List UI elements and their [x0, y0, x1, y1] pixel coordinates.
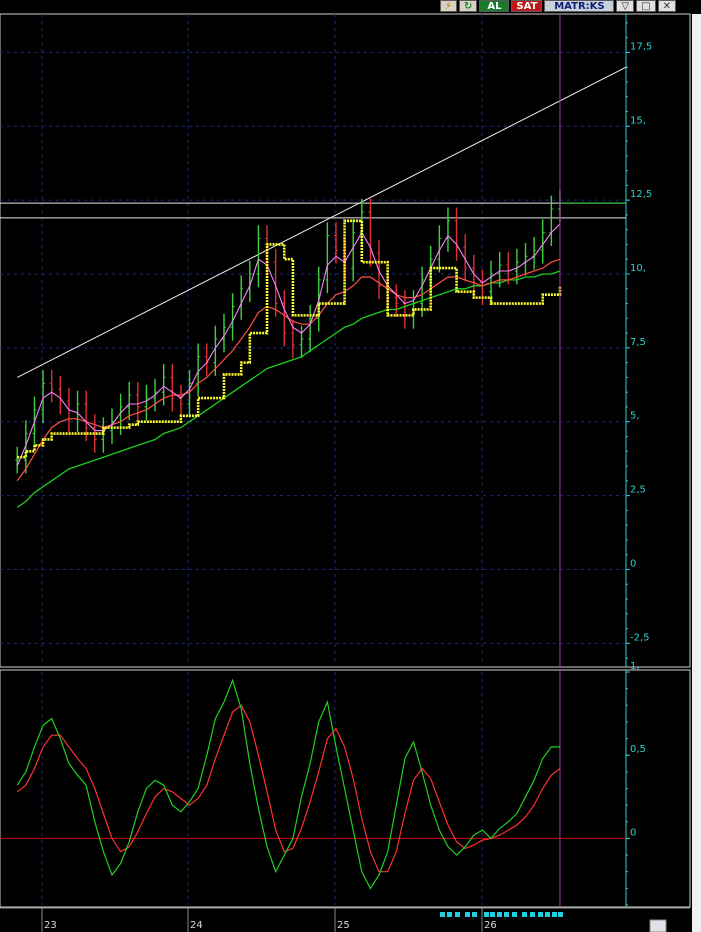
scrollbar-track [692, 14, 701, 932]
price-y-tick-label: 5, [630, 411, 640, 422]
sell-button[interactable]: SAT [511, 0, 543, 12]
price-y-tick-label: -2,5 [630, 632, 650, 643]
restore-icon[interactable]: □ [636, 0, 656, 12]
signal-strip-mark [440, 912, 445, 917]
price-y-tick-label: 7,5 [630, 337, 646, 348]
chart-window: 17,5 15, 12,5 10, 7,5 5, 2,5 0 -2,5 23 24 25 26 1, 0,5… [0, 0, 701, 932]
sma-mid-line [16, 258, 561, 482]
signal-strip-mark [552, 912, 557, 917]
signal-strip-mark [465, 912, 470, 917]
signal-strip-mark [455, 912, 460, 917]
signal-strip-mark [497, 912, 502, 917]
signal-strip-mark [472, 912, 477, 917]
signal-strip-mark [512, 912, 517, 917]
close-icon[interactable]: ✕ [657, 0, 676, 12]
x-tick-label: 23 [44, 920, 57, 931]
price-y-tick-label: 15, [630, 115, 646, 126]
lightning-icon[interactable]: ⚡ [440, 0, 458, 12]
price-y-tick-label: 12,5 [630, 189, 652, 200]
top-toolbar: ⚡ ↻ AL SAT MATR:KS ▽ □ ✕ [440, 0, 676, 13]
oscillator-fast-line [16, 678, 560, 890]
signal-strip-mark [558, 912, 563, 917]
signal-strip-mark [490, 912, 495, 917]
refresh-icon[interactable]: ↻ [459, 0, 478, 12]
price-y-tick-label: 0 [630, 558, 636, 569]
brand-label: MATR:KS [544, 0, 615, 12]
signal-strip-mark [538, 912, 543, 917]
x-tick-label: 24 [190, 920, 203, 931]
oscillator-y-tick-label: 0 [630, 827, 636, 838]
signal-strip-mark [530, 912, 535, 917]
price-y-tick-label: 10, [630, 263, 646, 274]
signal-strip-mark [447, 912, 452, 917]
signal-strip-mark [522, 912, 527, 917]
price-y-tick-label: 2,5 [630, 485, 646, 496]
price-y-tick-label: 17,5 [630, 41, 652, 52]
chart-canvas[interactable]: 17,5 15, 12,5 10, 7,5 5, 2,5 0 -2,5 23 24 25 26 1, 0,5… [0, 0, 701, 932]
oscillator-y-tick-label: 1, [630, 661, 640, 672]
trendline [17, 66, 627, 378]
signal-strip-mark [545, 912, 550, 917]
sma-long-line [16, 270, 561, 508]
corner-button [649, 919, 667, 932]
oscillator-y-tick-label: 0,5 [630, 744, 646, 755]
x-tick-label: 26 [484, 920, 497, 931]
buy-button[interactable]: AL [479, 0, 510, 12]
signal-strip-mark [504, 912, 509, 917]
signal-strip-mark [484, 912, 489, 917]
minimize-icon[interactable]: ▽ [616, 0, 635, 12]
x-tick-label: 25 [337, 920, 350, 931]
